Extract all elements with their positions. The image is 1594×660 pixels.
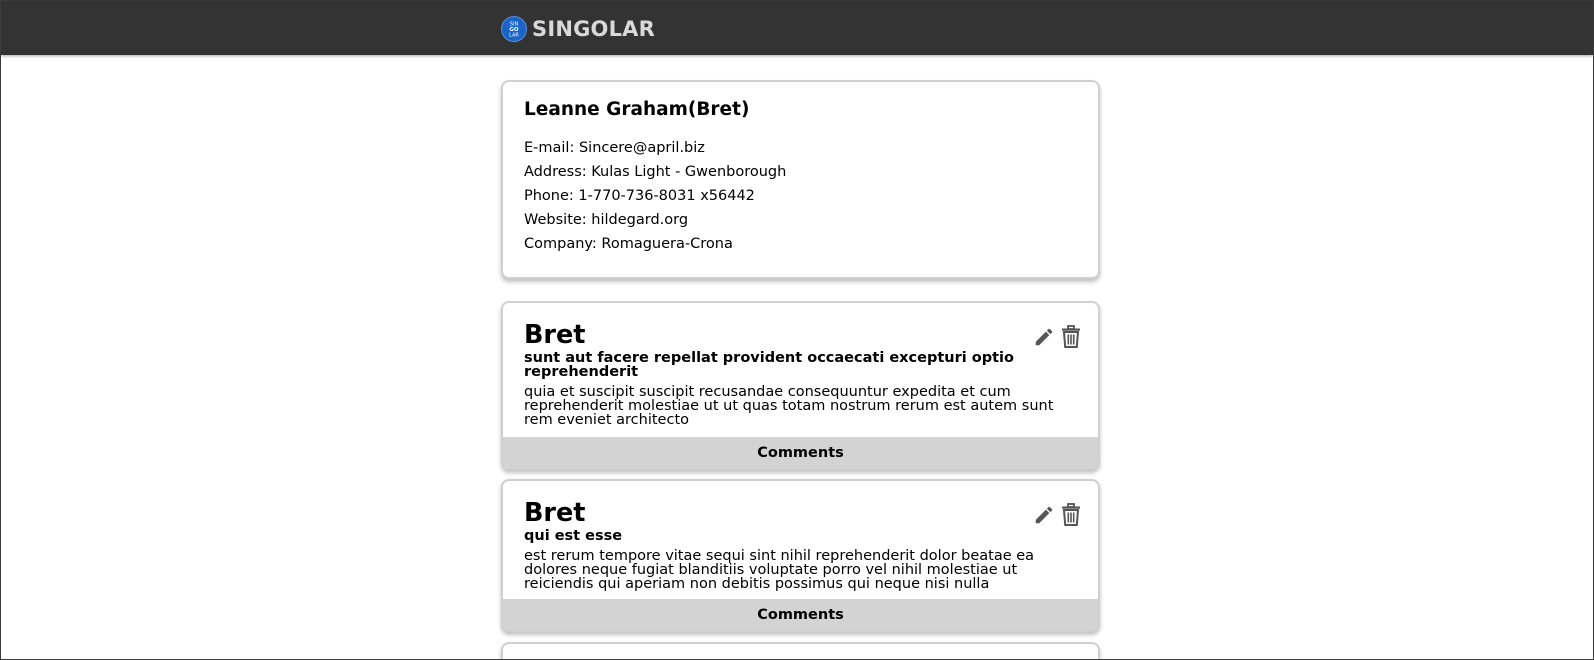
comments-button[interactable]: Comments [503,437,1098,468]
profile-company: Company: Romaguera-Crona [524,236,733,252]
trash-icon[interactable] [1060,503,1082,527]
post-card [501,642,1100,659]
post-card: Bret sunt aut facere repellat provident … [501,301,1100,470]
post-title: qui est esse [524,528,623,544]
top-navbar: SIN GO LAR SINGOLAR [1,1,1593,55]
svg-text:LAR: LAR [509,32,519,38]
user-profile-card: Leanne Graham(Bret) E-mail: Sincere@apri… [501,80,1100,279]
comments-button[interactable]: Comments [503,599,1098,630]
post-card: Bret qui est esse est rerum tempore vita… [501,479,1100,632]
profile-email: E-mail: Sincere@april.biz [524,140,705,156]
post-body: quia et suscipit suscipit recusandae con… [524,384,1054,428]
post-author: Bret [524,498,586,528]
profile-website: Website: hildegard.org [524,212,689,228]
page: SIN GO LAR SINGOLAR Leanne Graham(Bret) … [0,0,1594,660]
post-title: sunt aut facere repellat provident occae… [524,350,1014,380]
profile-name: Leanne Graham(Bret) [524,99,750,120]
pencil-icon[interactable] [1033,325,1055,349]
pencil-icon[interactable] [1033,503,1055,527]
post-body: est rerum tempore vitae sequi sint nihil… [524,548,1035,592]
profile-phone: Phone: 1-770-736-8031 x56442 [524,188,755,204]
trash-icon[interactable] [1060,325,1082,349]
post-actions [1033,325,1082,349]
profile-address: Address: Kulas Light - Gwenborough [524,164,787,180]
post-author: Bret [524,320,586,350]
logo-icon: SIN GO LAR [501,15,527,42]
brand[interactable]: SIN GO LAR SINGOLAR [501,15,655,42]
post-actions [1033,503,1082,527]
brand-name: SINGOLAR [532,16,656,41]
